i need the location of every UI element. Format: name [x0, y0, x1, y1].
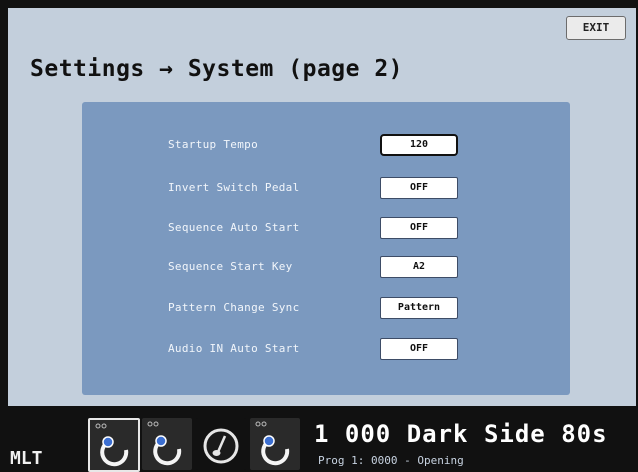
setting-label: Pattern Change Sync — [168, 301, 300, 314]
setting-row-pattern-change-sync: Pattern Change Sync Pattern — [82, 295, 570, 323]
setting-label: Invert Switch Pedal — [168, 181, 300, 194]
exit-button[interactable]: EXIT — [566, 16, 626, 40]
setting-row-sequence-start-key: Sequence Start Key A2 — [82, 254, 570, 282]
setting-label: Sequence Start Key — [168, 260, 293, 273]
audio-in-auto-start-value[interactable]: OFF — [380, 338, 458, 360]
loop-slot-3[interactable] — [250, 418, 300, 470]
page-title: Settings → System (page 2) — [30, 56, 404, 82]
settings-panel: Startup Tempo 120 Invert Switch Pedal OF… — [82, 102, 570, 395]
setting-row-invert-switch-pedal: Invert Switch Pedal OFF — [82, 175, 570, 203]
status-bar: MLT 1 000 Dark Side 80s Prog 1: 0000 - O… — [0, 406, 638, 472]
setting-row-audio-in-auto-start: Audio IN Auto Start OFF — [82, 336, 570, 364]
sequence-auto-start-value[interactable]: OFF — [380, 217, 458, 239]
setting-row-sequence-auto-start: Sequence Auto Start OFF — [82, 215, 570, 243]
preset-name: 1 000 Dark Side 80s — [314, 420, 608, 448]
invert-switch-pedal-value[interactable]: OFF — [380, 177, 458, 199]
loop-slot-2[interactable] — [142, 418, 192, 470]
metronome-icon — [203, 428, 239, 464]
sequence-start-key-value[interactable]: A2 — [380, 256, 458, 278]
setting-label: Startup Tempo — [168, 138, 258, 151]
setting-label: Sequence Auto Start — [168, 221, 300, 234]
pattern-change-sync-value[interactable]: Pattern — [380, 297, 458, 319]
loop-knob-icon — [255, 421, 290, 466]
startup-tempo-value[interactable]: 120 — [380, 134, 458, 156]
loop-knob-icon — [95, 423, 129, 467]
setting-label: Audio IN Auto Start — [168, 342, 300, 355]
settings-screen: EXIT Settings → System (page 2) Startup … — [8, 8, 636, 406]
loop-knob-icon — [147, 421, 182, 466]
metronome-slot[interactable] — [196, 418, 246, 470]
setting-row-startup-tempo: Startup Tempo 120 — [82, 132, 570, 160]
preset-subtitle: Prog 1: 0000 - Opening — [318, 454, 464, 467]
loop-slot-1[interactable] — [88, 418, 140, 472]
mode-label: MLT — [10, 448, 43, 469]
